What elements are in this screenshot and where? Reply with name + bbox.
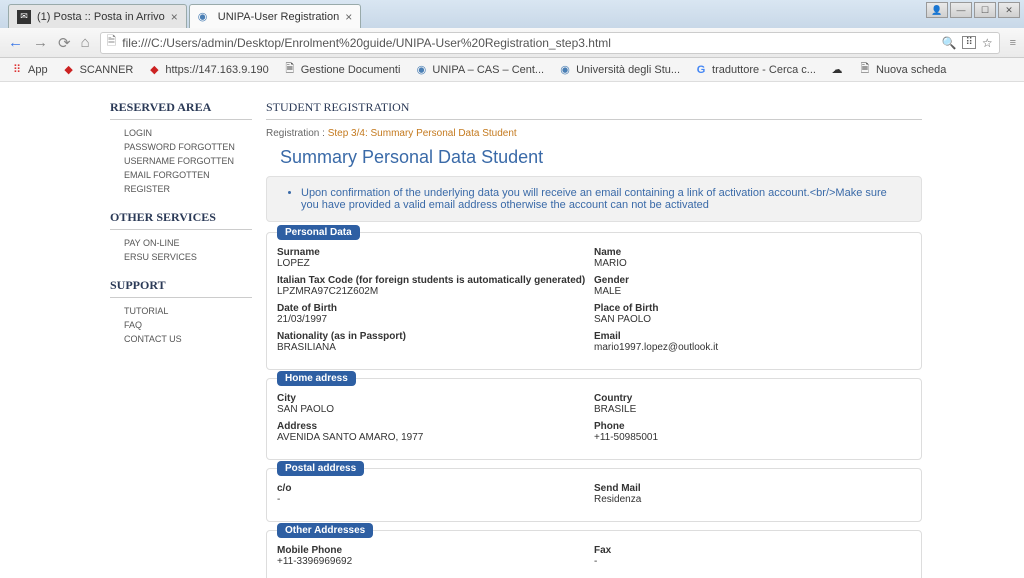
close-icon[interactable]: × (345, 10, 352, 24)
name-value: MARIO (594, 258, 911, 269)
notice-box: Upon confirmation of the underlying data… (266, 176, 922, 222)
taxcode-value: LPZMRA97C21Z602M (277, 286, 594, 297)
breadcrumb: Registration : Step 3/4: Summary Persona… (266, 128, 922, 139)
nationality-value: BRASILIANA (277, 342, 594, 353)
mobile-label: Mobile Phone (277, 545, 594, 556)
url-text: file:///C:/Users/admin/Desktop/Enrolment… (122, 36, 611, 50)
surname-label: Surname (277, 247, 594, 258)
globe-icon: ◉ (198, 10, 212, 24)
name-label: Name (594, 247, 911, 258)
legend-home: Home adress (277, 371, 356, 386)
dob-label: Date of Birth (277, 303, 594, 314)
sidebar-other-title: OTHER SERVICES (110, 210, 252, 230)
city-label: City (277, 393, 594, 404)
bookmark-ip[interactable]: ◆https://147.163.9.190 (147, 63, 268, 77)
browser-navbar: ← → ⟳ ⌂ 🗎 file:///C:/Users/admin/Desktop… (0, 28, 1024, 58)
sidebar-reserved-title: RESERVED AREA (110, 100, 252, 120)
email-value: mario1997.lopez@outlook.it (594, 342, 911, 353)
fieldset-personal: Personal Data SurnameLOPEZ NameMARIO Ita… (266, 232, 922, 370)
bookmark-nuova[interactable]: 🗎Nuova scheda (858, 63, 946, 77)
mobile-value: +11-3396969692 (277, 556, 594, 567)
page-heading: Summary Personal Data Student (266, 143, 922, 176)
tab-title: (1) Posta :: Posta in Arrivo (37, 11, 165, 23)
sidebar-item-login[interactable]: LOGIN (110, 126, 252, 140)
phone-value: +11-50985001 (594, 432, 911, 443)
address-bar[interactable]: 🗎 file:///C:/Users/admin/Desktop/Enrolme… (100, 32, 1000, 54)
tab-title: UNIPA-User Registration (218, 11, 339, 23)
menu-icon[interactable]: ≡ (1010, 37, 1016, 49)
sidebar-item-username[interactable]: USERNAME FORGOTTEN (110, 154, 252, 168)
file-icon: 🗎 (107, 32, 117, 53)
co-label: c/o (277, 483, 594, 494)
browser-tab-unipa[interactable]: ◉ UNIPA-User Registration × (189, 4, 361, 28)
fax-label: Fax (594, 545, 911, 556)
main-content: STUDENT REGISTRATION Registration : Step… (252, 92, 922, 578)
sidebar-item-password[interactable]: PASSWORD FORGOTTEN (110, 140, 252, 154)
pob-label: Place of Birth (594, 303, 911, 314)
bookmarks-bar: ⠿App ◆SCANNER ◆https://147.163.9.190 🗎Ge… (0, 58, 1024, 82)
browser-tabstrip: ✉ (1) Posta :: Posta in Arrivo × ◉ UNIPA… (0, 0, 1024, 28)
sendmail-value: Residenza (594, 494, 911, 505)
co-value: - (277, 494, 594, 505)
fieldset-postal: Postal address c/o- Send MailResidenza (266, 468, 922, 522)
phone-label: Phone (594, 421, 911, 432)
minimize-button[interactable]: — (950, 2, 972, 18)
mail-icon: ✉ (17, 10, 31, 24)
legend-postal: Postal address (277, 461, 364, 476)
fieldset-other: Other Addresses Mobile Phone+11-33969696… (266, 530, 922, 578)
sidebar-item-pay[interactable]: PAY ON-LINE (110, 236, 252, 250)
sendmail-label: Send Mail (594, 483, 911, 494)
sidebar-item-register[interactable]: REGISTER (110, 182, 252, 196)
sidebar-item-email[interactable]: EMAIL FORGOTTEN (110, 168, 252, 182)
home-icon[interactable]: ⌂ (81, 34, 90, 52)
search-icon[interactable]: 🔍 (942, 36, 957, 50)
bookmark-gestione[interactable]: 🗎Gestione Documenti (283, 63, 401, 77)
close-icon[interactable]: × (171, 10, 178, 24)
pob-value: SAN PAOLO (594, 314, 911, 325)
country-value: BRASILE (594, 404, 911, 415)
back-icon[interactable]: ← (8, 34, 23, 52)
nationality-label: Nationality (as in Passport) (277, 331, 594, 342)
gender-label: Gender (594, 275, 911, 286)
forward-icon[interactable]: → (33, 34, 48, 52)
address-label: Address (277, 421, 594, 432)
sidebar-item-faq[interactable]: FAQ (110, 318, 252, 332)
fax-value: - (594, 556, 911, 567)
sidebar-support-title: SUPPORT (110, 278, 252, 298)
address-value: AVENIDA SANTO AMARO, 1977 (277, 432, 594, 443)
reload-icon[interactable]: ⟳ (58, 34, 71, 52)
maximize-button[interactable]: ☐ (974, 2, 996, 18)
country-label: Country (594, 393, 911, 404)
fieldset-home: Home adress CitySAN PAOLO CountryBRASILE… (266, 378, 922, 460)
surname-value: LOPEZ (277, 258, 594, 269)
page-viewport: RESERVED AREA LOGIN PASSWORD FORGOTTEN U… (0, 82, 1024, 578)
city-value: SAN PAOLO (277, 404, 594, 415)
section-title: STUDENT REGISTRATION (266, 100, 922, 120)
sidebar-item-tutorial[interactable]: TUTORIAL (110, 304, 252, 318)
legend-other: Other Addresses (277, 523, 373, 538)
browser-tab-mail[interactable]: ✉ (1) Posta :: Posta in Arrivo × (8, 4, 187, 28)
email-label: Email (594, 331, 911, 342)
gender-value: MALE (594, 286, 911, 297)
apps-button[interactable]: ⠿App (10, 63, 48, 77)
close-button[interactable]: ✕ (998, 2, 1020, 18)
star-icon[interactable]: ☆ (982, 36, 993, 50)
bookmark-traduttore[interactable]: Gtraduttore - Cerca c... (694, 63, 816, 77)
translate-icon[interactable]: ⠿ (962, 36, 975, 49)
bookmark-universita[interactable]: ◉Università degli Stu... (558, 63, 680, 77)
user-icon[interactable]: 👤 (926, 2, 948, 18)
legend-personal: Personal Data (277, 225, 360, 240)
sidebar: RESERVED AREA LOGIN PASSWORD FORGOTTEN U… (102, 92, 252, 578)
bookmark-cloud[interactable]: ☁ (830, 63, 844, 77)
bookmark-unipa-cas[interactable]: ◉UNIPA – CAS – Cent... (414, 63, 544, 77)
sidebar-item-contact[interactable]: CONTACT US (110, 332, 252, 346)
sidebar-item-ersu[interactable]: ERSU SERVICES (110, 250, 252, 264)
bookmark-scanner[interactable]: ◆SCANNER (62, 63, 134, 77)
dob-value: 21/03/1997 (277, 314, 594, 325)
taxcode-label: Italian Tax Code (for foreign students i… (277, 275, 594, 286)
